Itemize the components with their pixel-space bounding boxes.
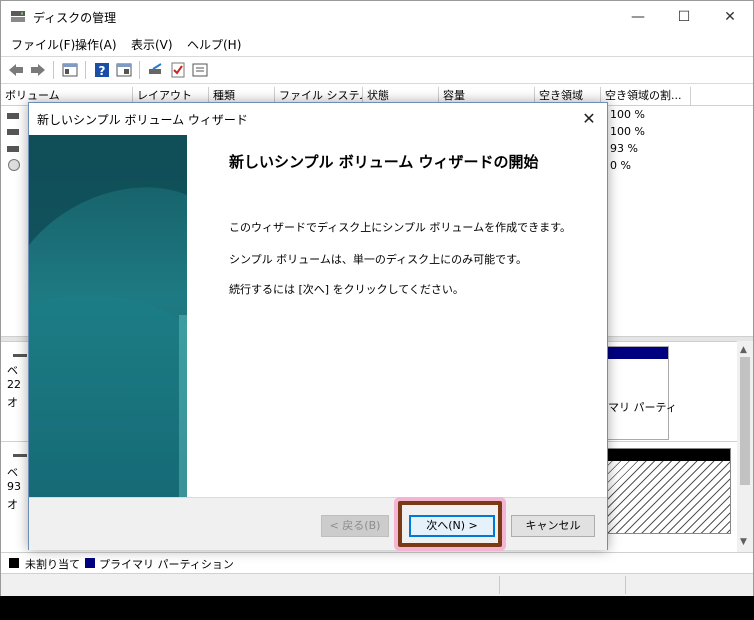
console-tree-icon[interactable] xyxy=(61,61,79,79)
toolbar: ? xyxy=(1,56,753,84)
close-window-button[interactable]: ✕ xyxy=(707,1,753,33)
disk-1-state: オ xyxy=(7,498,18,511)
legend-primary: プライマリ パーティション xyxy=(99,558,234,571)
primary-swatch xyxy=(85,558,95,568)
dialog-button-bar: < 戻る(B) 次へ(N) > キャンセル xyxy=(29,497,607,550)
help-icon[interactable]: ? xyxy=(93,61,111,79)
disk-1-size: 93 xyxy=(7,480,21,493)
disk-icon xyxy=(13,454,27,457)
back-arrow-icon[interactable] xyxy=(7,61,25,79)
wizard-heading: 新しいシンプル ボリューム ウィザードの開始 xyxy=(229,153,539,171)
disk-icon xyxy=(13,354,27,357)
primary-partition-block[interactable]: マリ パーティ xyxy=(607,346,677,440)
free-percent-row-1: 100 % xyxy=(610,108,645,121)
volume-row-icon xyxy=(7,146,19,152)
free-percent-row-3: 93 % xyxy=(610,142,638,155)
checklist-icon[interactable] xyxy=(169,61,187,79)
properties-icon[interactable] xyxy=(115,61,133,79)
menu-view[interactable]: 表示(V) xyxy=(131,36,173,53)
wizard-banner-image xyxy=(29,135,187,497)
disk-0-state: オ xyxy=(7,396,18,409)
wizard-paragraph-2: シンプル ボリュームは、単一のディスク上にのみ可能です。 xyxy=(229,253,527,266)
close-icon: ✕ xyxy=(724,9,736,25)
partition-header-bar xyxy=(608,347,668,359)
list-view-icon[interactable] xyxy=(191,61,209,79)
dialog-close-button[interactable]: ✕ xyxy=(577,107,601,131)
svg-text:?: ? xyxy=(99,64,106,78)
free-percent-row-2: 100 % xyxy=(610,125,645,138)
wizard-paragraph-1: このウィザードでディスク上にシンプル ボリュームを作成できます。 xyxy=(229,221,571,234)
title-bar: ディスクの管理 — ☐ ✕ xyxy=(1,1,753,33)
toolbar-separator xyxy=(139,61,140,79)
disk-0-size: 22 xyxy=(7,378,21,391)
col-free-percent[interactable]: 空き領域の割... xyxy=(601,87,691,105)
scroll-down-icon[interactable]: ▼ xyxy=(740,537,747,547)
toolbar-separator xyxy=(85,61,86,79)
legend-bar: 未割り当て プライマリ パーティション xyxy=(1,552,753,573)
close-icon: ✕ xyxy=(582,109,596,128)
maximize-icon: ☐ xyxy=(677,9,691,25)
back-button[interactable]: < 戻る(B) xyxy=(321,515,389,537)
scroll-thumb[interactable] xyxy=(740,357,750,485)
volume-row-icon xyxy=(7,113,19,119)
unallocated-block[interactable] xyxy=(607,448,731,534)
status-separator xyxy=(625,576,626,594)
menu-bar: ファイル(F) 操作(A) 表示(V) ヘルプ(H) xyxy=(1,33,753,55)
wizard-paragraph-3: 続行するには [次へ] をクリックしてください。 xyxy=(229,283,464,296)
minimize-button[interactable]: — xyxy=(615,1,661,33)
menu-action[interactable]: 操作(A) xyxy=(75,36,117,53)
toolbar-separator xyxy=(53,61,54,79)
disk-1-type: ベ xyxy=(7,466,18,479)
disk-0-type: ベ xyxy=(7,364,18,377)
menu-file[interactable]: ファイル(F) xyxy=(11,36,75,53)
minimize-icon: — xyxy=(631,9,645,25)
new-simple-volume-wizard-dialog: 新しいシンプル ボリューム ウィザード ✕ 新しいシンプル ボリューム ウィザー… xyxy=(28,102,608,550)
partition-label: マリ パーティ xyxy=(608,401,677,414)
status-bar xyxy=(1,573,753,596)
free-percent-row-4: 0 % xyxy=(610,159,631,172)
disk-management-window: ディスクの管理 — ☐ ✕ ファイル(F) 操作(A) 表示(V) ヘルプ(H)… xyxy=(0,0,754,596)
unallocated-swatch xyxy=(9,558,19,568)
status-separator xyxy=(499,576,500,594)
menu-help[interactable]: ヘルプ(H) xyxy=(187,36,241,53)
cancel-button[interactable]: キャンセル xyxy=(511,515,595,537)
window-title: ディスクの管理 xyxy=(33,11,117,25)
vertical-scrollbar[interactable]: ▲ ▼ xyxy=(737,341,753,553)
connect-drive-icon[interactable] xyxy=(147,61,165,79)
next-button-highlight xyxy=(398,501,502,547)
volume-row-icon xyxy=(7,129,19,135)
dialog-title: 新しいシンプル ボリューム ウィザード xyxy=(37,113,248,127)
cd-drive-icon xyxy=(8,159,20,171)
unallocated-header-bar xyxy=(608,449,730,461)
maximize-button[interactable]: ☐ xyxy=(661,1,707,33)
legend-unallocated: 未割り当て xyxy=(25,558,80,571)
disk-management-icon xyxy=(11,11,25,22)
forward-arrow-icon[interactable] xyxy=(29,61,47,79)
scroll-up-icon[interactable]: ▲ xyxy=(740,345,747,355)
